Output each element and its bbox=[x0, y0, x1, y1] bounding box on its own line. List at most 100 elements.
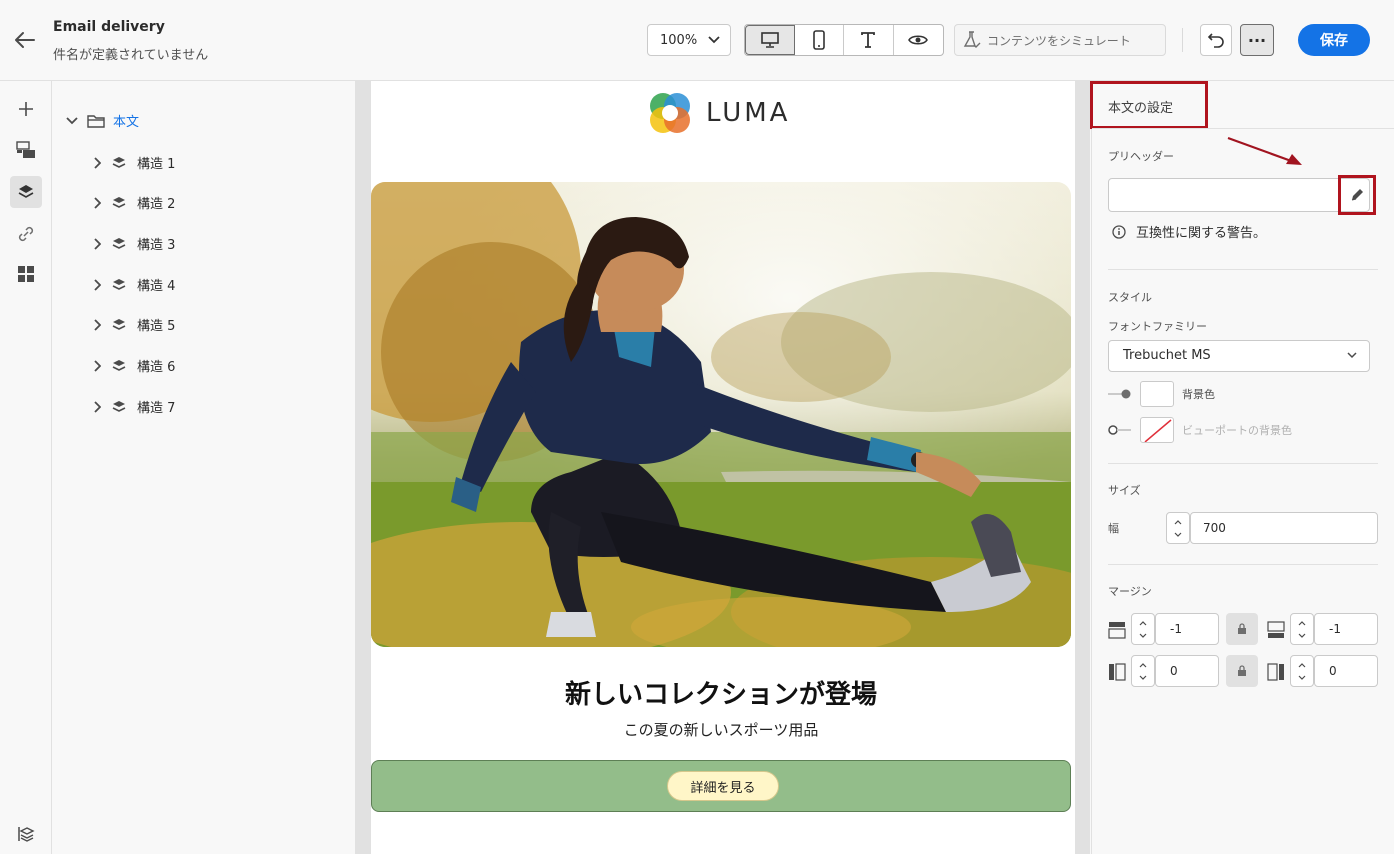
text-icon bbox=[861, 32, 876, 48]
simulate-label: コンテンツをシミュレート bbox=[987, 33, 1131, 48]
text-view-button[interactable] bbox=[844, 25, 894, 55]
email-headline: 新しいコレクションが登場 bbox=[564, 680, 877, 710]
tree-item-label: 構造 1 bbox=[137, 157, 176, 172]
viewport-bg-swatch[interactable] bbox=[1140, 417, 1174, 443]
tree-item-structure-3[interactable]: 構造 3 bbox=[93, 234, 175, 253]
desktop-view-button[interactable] bbox=[745, 25, 795, 55]
properties-panel: 本文の設定 プリヘッダー 互換性に関する警告。 スタイル フォントファミリー T… bbox=[1090, 81, 1394, 854]
lock-icon bbox=[1238, 665, 1246, 676]
panel-divider bbox=[1092, 128, 1394, 129]
tree-item-label: 構造 3 bbox=[137, 238, 176, 253]
tree-item-structure-6[interactable]: 構造 6 bbox=[93, 356, 175, 375]
no-color-icon bbox=[1144, 419, 1172, 442]
tree-item-label: 構造 4 bbox=[137, 279, 176, 294]
viewport-bg-label: ビューポートの背景色 bbox=[1182, 424, 1292, 437]
tree-item-structure-1[interactable]: 構造 1 bbox=[93, 153, 175, 172]
preview-button[interactable] bbox=[894, 25, 943, 55]
margin-right-stepper[interactable] bbox=[1290, 655, 1314, 687]
tree-item-label: 構造 2 bbox=[137, 197, 176, 212]
font-family-select[interactable]: Trebuchet MS bbox=[1108, 340, 1370, 372]
margin-label: マージン bbox=[1108, 585, 1152, 598]
layers-bottom-button[interactable] bbox=[10, 818, 42, 850]
links-button[interactable] bbox=[10, 218, 42, 250]
runner-stretching-photo bbox=[371, 182, 1071, 647]
layers-icon bbox=[112, 278, 126, 290]
chevron-right-icon bbox=[94, 400, 101, 413]
grid-icon bbox=[18, 266, 34, 282]
luma-logo[interactable]: LUMA bbox=[648, 91, 790, 135]
background-color-row: 背景色 bbox=[1108, 381, 1215, 407]
chevron-down-icon bbox=[66, 116, 78, 124]
back-arrow-icon[interactable] bbox=[12, 28, 38, 52]
compatibility-warning[interactable]: 互換性に関する警告。 bbox=[1112, 222, 1266, 241]
chevron-right-icon bbox=[94, 156, 101, 169]
pencil-icon bbox=[1351, 189, 1363, 201]
margin-top-stepper[interactable] bbox=[1131, 613, 1155, 645]
margin-left-stepper[interactable] bbox=[1131, 655, 1155, 687]
mobile-icon bbox=[812, 30, 825, 50]
margin-bottom-input[interactable]: -1 bbox=[1314, 613, 1378, 645]
margin-right-icon bbox=[1267, 663, 1284, 681]
layers-icon bbox=[112, 400, 126, 412]
tree-root-label: 本文 bbox=[113, 115, 140, 130]
width-stepper[interactable] bbox=[1166, 512, 1190, 544]
chevron-down-icon bbox=[708, 36, 720, 44]
add-component-button[interactable] bbox=[10, 93, 42, 125]
width-label: 幅 bbox=[1108, 522, 1119, 535]
link-icon bbox=[18, 226, 34, 242]
chevron-right-icon bbox=[94, 359, 101, 372]
tree-item-structure-5[interactable]: 構造 5 bbox=[93, 315, 175, 334]
layers-button[interactable] bbox=[10, 176, 42, 208]
hero-image[interactable] bbox=[371, 182, 1071, 647]
margin-right-input[interactable]: 0 bbox=[1314, 655, 1378, 687]
viewport-bg-row: ビューポートの背景色 bbox=[1108, 417, 1292, 443]
viewport-bg-toggle[interactable] bbox=[1108, 425, 1132, 435]
layers-info-icon bbox=[18, 827, 35, 842]
tree-root-body[interactable]: 本文 bbox=[65, 111, 139, 130]
zoom-value: 100% bbox=[660, 33, 698, 48]
margin-left-input[interactable]: 0 bbox=[1155, 655, 1219, 687]
assets-button[interactable] bbox=[10, 258, 42, 290]
layers-icon bbox=[112, 196, 126, 208]
layers-icon bbox=[18, 185, 34, 198]
zoom-select[interactable]: 100% bbox=[647, 24, 731, 56]
margin-bottom-stepper[interactable] bbox=[1290, 613, 1314, 645]
chevron-up-icon bbox=[1298, 620, 1306, 625]
undo-button[interactable] bbox=[1200, 24, 1232, 56]
layers-icon bbox=[112, 359, 126, 371]
details-button[interactable]: 詳細を見る bbox=[667, 771, 779, 801]
eye-icon bbox=[908, 35, 929, 45]
chevron-up-icon bbox=[1298, 662, 1306, 667]
tree-item-structure-4[interactable]: 構造 4 bbox=[93, 275, 175, 294]
flask-icon bbox=[963, 31, 981, 48]
margin-vertical-lock[interactable] bbox=[1226, 613, 1258, 645]
edit-preheader-button[interactable] bbox=[1338, 175, 1376, 215]
undo-icon bbox=[1207, 33, 1224, 48]
cta-section[interactable]: 詳細を見る bbox=[371, 760, 1071, 812]
fragments-button[interactable] bbox=[10, 134, 42, 166]
chevron-up-icon bbox=[1139, 620, 1147, 625]
top-bar: Email delivery 件名が定義されていません 100% コンテンツをシ… bbox=[0, 0, 1394, 81]
tree-item-structure-7[interactable]: 構造 7 bbox=[93, 397, 175, 416]
chevron-right-icon bbox=[94, 318, 101, 331]
simulate-content-button[interactable]: コンテンツをシミュレート bbox=[954, 24, 1166, 56]
background-color-swatch[interactable] bbox=[1140, 381, 1174, 407]
tree-item-structure-2[interactable]: 構造 2 bbox=[93, 193, 175, 212]
layers-icon bbox=[112, 237, 126, 249]
preheader-label: プリヘッダー bbox=[1108, 150, 1174, 163]
mobile-view-button[interactable] bbox=[795, 25, 845, 55]
plus-icon bbox=[19, 102, 33, 116]
save-button[interactable]: 保存 bbox=[1298, 24, 1370, 56]
chevron-down-icon bbox=[1174, 532, 1182, 537]
toolbar-divider bbox=[1182, 28, 1183, 52]
preheader-input[interactable] bbox=[1108, 178, 1370, 212]
margin-horizontal-lock[interactable] bbox=[1226, 655, 1258, 687]
annotation-arrow-icon bbox=[1227, 136, 1302, 165]
margin-top-input[interactable]: -1 bbox=[1155, 613, 1219, 645]
info-icon bbox=[1112, 224, 1126, 239]
more-options-button[interactable]: ··· bbox=[1240, 24, 1274, 56]
width-input[interactable]: 700 bbox=[1190, 512, 1378, 544]
email-body[interactable]: LUMA 新しいコレクションが登場 この夏の新しいスポーツ用品 詳細を見る bbox=[371, 81, 1075, 854]
background-color-toggle[interactable] bbox=[1108, 389, 1132, 399]
section-divider bbox=[1108, 564, 1378, 565]
